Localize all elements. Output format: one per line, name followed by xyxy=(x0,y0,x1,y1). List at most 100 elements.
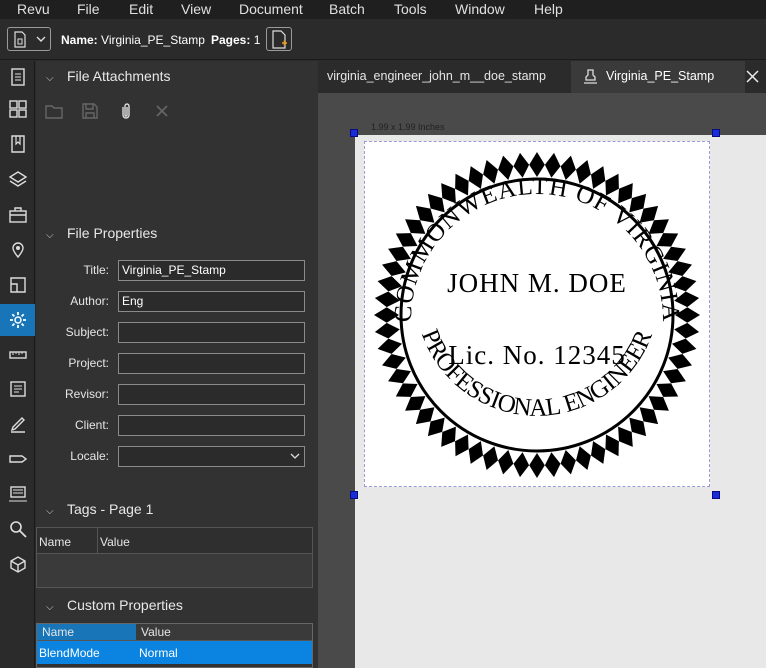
chevron-down-icon xyxy=(36,36,46,42)
chevron-down-icon: ⌵ xyxy=(46,602,54,613)
menu-document[interactable]: Document xyxy=(239,0,303,17)
studio-icon xyxy=(8,486,27,502)
canvas[interactable]: 1.99 x 1.99 Inches COMMONWEALTH OF VIRGI… xyxy=(318,93,766,668)
title-field[interactable]: Virginia_PE_Stamp xyxy=(118,260,305,281)
chevron-down-icon xyxy=(290,453,300,459)
left-tab-bar xyxy=(0,61,35,668)
subject-field[interactable] xyxy=(118,322,305,343)
table-row[interactable]: BlendMode Normal xyxy=(37,641,312,664)
chevron-down-icon: ⌵ xyxy=(46,230,54,241)
menu-help[interactable]: Help xyxy=(534,0,563,17)
markups-tab[interactable] xyxy=(0,269,35,301)
svg-text:COMMONWEALTH OF VIRGINIA: COMMONWEALTH OF VIRGINIA xyxy=(390,173,685,323)
stamp-icon xyxy=(584,69,597,84)
toolchest-tab[interactable] xyxy=(0,199,35,231)
measure-tab[interactable] xyxy=(0,339,35,371)
custom-properties-header[interactable]: ⌵ Custom Properties xyxy=(46,597,183,613)
custom-properties-title: Custom Properties xyxy=(67,597,183,613)
resize-handle-top-right[interactable] xyxy=(712,129,720,137)
layers-tab[interactable] xyxy=(0,164,35,196)
menu-tools[interactable]: Tools xyxy=(394,0,427,17)
custom-col-name[interactable]: Name xyxy=(37,624,136,640)
stamp-selection[interactable]: COMMONWEALTH OF VIRGINIA PROFESSIONAL EN… xyxy=(364,141,710,487)
locale-select[interactable] xyxy=(118,446,305,467)
custom-row-name: BlendMode xyxy=(39,646,100,660)
menu-revu[interactable]: Revu xyxy=(17,0,50,17)
grid-tab[interactable] xyxy=(0,93,35,125)
seal-diamond xyxy=(674,322,700,339)
seal-diamond xyxy=(591,441,606,464)
tags-col-value[interactable]: Value xyxy=(100,535,130,549)
seal-diamond xyxy=(618,426,633,447)
thumbnails-tab[interactable] xyxy=(0,61,35,93)
project-label: Project: xyxy=(68,356,109,370)
tags-empty-body xyxy=(37,554,312,587)
studio-tab[interactable] xyxy=(0,478,35,510)
author-field[interactable]: Eng xyxy=(118,291,305,312)
seal-diamond xyxy=(395,383,418,397)
subject-label: Subject: xyxy=(65,325,109,339)
revisor-field[interactable] xyxy=(118,384,305,405)
open-folder-icon[interactable] xyxy=(44,101,64,121)
file-properties-header[interactable]: ⌵ File Properties xyxy=(46,225,157,241)
search-tab[interactable] xyxy=(0,513,35,545)
stamp-top-text: COMMONWEALTH OF VIRGINIA xyxy=(390,173,684,323)
tags-col-name[interactable]: Name xyxy=(39,535,71,549)
attachments-header[interactable]: ⌵ File Attachments xyxy=(46,68,171,84)
menu-file[interactable]: File xyxy=(77,0,100,17)
menu-window[interactable]: Window xyxy=(455,0,505,17)
tags-header[interactable]: ⌵ Tags - Page 1 xyxy=(46,501,153,517)
seal-diamond xyxy=(374,322,400,339)
places-tab[interactable] xyxy=(0,234,35,266)
custom-properties-table: Name Value BlendMode Normal xyxy=(36,623,313,668)
menu-batch[interactable]: Batch xyxy=(329,0,365,17)
toolbar: Name: Virginia_PE_Stamp Pages: 1 xyxy=(0,19,766,60)
gear-icon xyxy=(9,312,26,328)
menu-view[interactable]: View xyxy=(181,0,211,17)
client-field[interactable] xyxy=(118,415,305,436)
custom-col-value[interactable]: Value xyxy=(141,625,171,639)
menu-edit[interactable]: Edit xyxy=(129,0,153,17)
3d-tab[interactable] xyxy=(0,548,35,580)
delete-icon[interactable] xyxy=(152,101,172,121)
tab-virginia-pe-stamp[interactable]: Virginia_PE_Stamp xyxy=(571,61,759,93)
name-value: Virginia_PE_Stamp xyxy=(101,33,205,47)
layers-icon xyxy=(8,171,27,187)
resize-handle-bottom-left[interactable] xyxy=(350,491,358,499)
title-label: Title: xyxy=(83,263,109,277)
form-icon xyxy=(9,381,26,397)
author-label: Author: xyxy=(70,294,109,308)
tags-table: Name Value xyxy=(36,527,313,588)
resize-handle-bottom-right[interactable] xyxy=(712,491,720,499)
ruler-icon xyxy=(8,351,27,359)
paperclip-icon[interactable] xyxy=(116,101,136,121)
new-page-icon xyxy=(272,30,287,49)
signature-tab[interactable] xyxy=(0,408,35,440)
forms-tab[interactable] xyxy=(0,373,35,405)
chevron-down-icon: ⌵ xyxy=(46,73,54,84)
tab-virginia-engineer[interactable]: virginia_engineer_john_m__doe_stamp xyxy=(318,61,571,93)
stamp-license: Lic. No. 12345 xyxy=(448,340,625,370)
seal-diamond xyxy=(672,338,697,354)
client-label: Client: xyxy=(74,418,109,432)
properties-tab[interactable] xyxy=(0,304,35,336)
close-icon[interactable] xyxy=(746,70,759,83)
bookmarks-icon xyxy=(10,135,25,153)
search-icon xyxy=(9,521,27,538)
stamp-seal: COMMONWEALTH OF VIRGINIA PROFESSIONAL EN… xyxy=(374,152,700,478)
document-dropdown-button[interactable] xyxy=(7,27,51,51)
custom-row-value[interactable]: Normal xyxy=(139,646,178,660)
stamp-engineer-name: JOHN M. DOE xyxy=(447,268,627,298)
add-page-button[interactable] xyxy=(266,27,292,51)
tag-tab[interactable] xyxy=(0,443,35,475)
save-icon[interactable] xyxy=(80,101,100,121)
seal-diamond xyxy=(483,446,498,470)
resize-handle-top-left[interactable] xyxy=(350,129,358,137)
project-field[interactable] xyxy=(118,353,305,374)
seal-diamond xyxy=(576,446,591,470)
name-label: Name: xyxy=(61,33,98,47)
tab-label: virginia_engineer_john_m__doe_stamp xyxy=(327,69,546,83)
bookmarks-tab[interactable] xyxy=(0,128,35,160)
seal-diamond xyxy=(468,441,483,464)
thumbnails-icon xyxy=(10,68,25,86)
